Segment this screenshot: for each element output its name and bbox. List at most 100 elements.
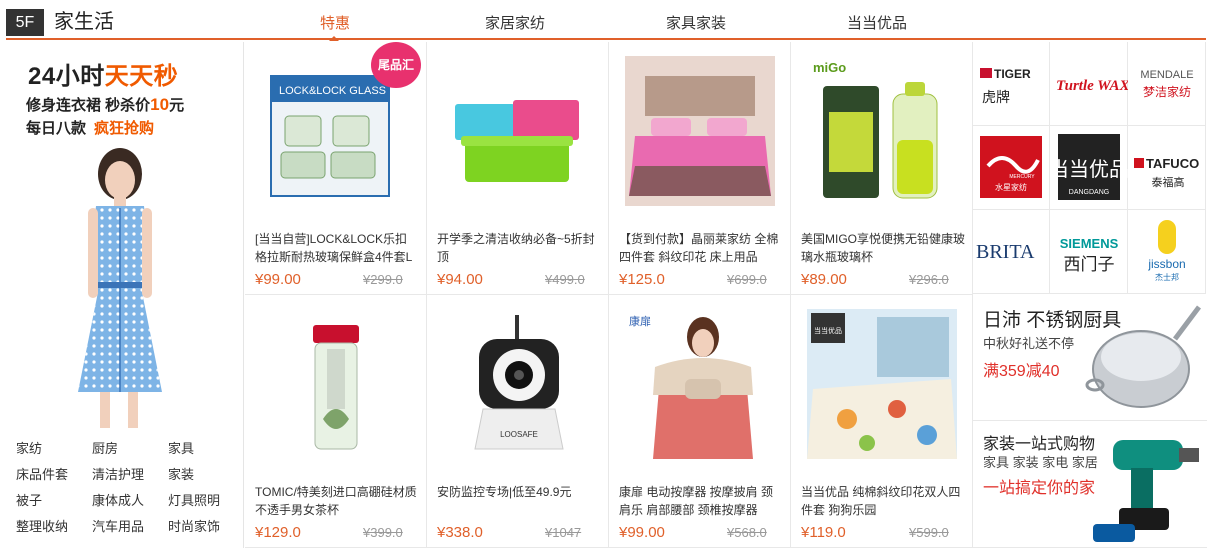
- brand-jissbon[interactable]: jissbon 杰士邦: [1128, 210, 1206, 294]
- category-link[interactable]: 被子: [16, 490, 42, 509]
- brand-brita[interactable]: BRITA: [972, 210, 1050, 294]
- massager-image: 康扉: [629, 314, 753, 459]
- product-price: ¥129.0: [255, 524, 301, 541]
- security-camera-image: LOOSAFE: [474, 315, 564, 450]
- brand-sub: 西门子: [1064, 255, 1115, 275]
- product-brand-logo: 康扉: [629, 314, 651, 328]
- product-old-price: ¥499.0: [545, 272, 585, 287]
- promo-grab-text: 疯狂抢购: [94, 120, 155, 137]
- product-old-price: ¥699.0: [727, 272, 767, 287]
- tab-dangdang-picks[interactable]: 当当优品: [847, 12, 907, 33]
- product-name[interactable]: [当当自营]LOCK&LOCK乐扣 格拉斯耐热玻璃保鲜盒4件套L: [255, 230, 419, 266]
- tail-sale-badge: 尾品汇: [371, 42, 421, 88]
- product-name[interactable]: 康扉 电动按摩器 按摩披肩 颈肩乐 肩部腰部 颈椎按摩器: [619, 483, 783, 519]
- svg-text:LOCK&LOCK GLASS: LOCK&LOCK GLASS: [279, 85, 386, 97]
- home-improvement-ad-banner[interactable]: 家装一站式购物 家具 家装 家电 家居 一站搞定你的家: [973, 422, 1207, 548]
- category-link[interactable]: 灯具照明: [168, 490, 220, 509]
- ad-subtitle: 家具 家装 家电 家居: [983, 455, 1098, 470]
- product-price: ¥338.0: [437, 524, 483, 541]
- product-name[interactable]: TOMIC/特美刻进口高硼硅材质 不透手男女茶杯: [255, 483, 419, 519]
- cookware-ad-banner[interactable]: 日沛 不锈钢厨具 中秋好礼送不停 满359减40: [973, 295, 1207, 421]
- product-card[interactable]: LOCK&LOCK GLASS 尾品汇 [当当自营]LOCK&LOCK乐扣 格拉…: [245, 42, 427, 295]
- product-card[interactable]: 开学季之清洁收纳必备~5折封顶 ¥94.00 ¥499.0: [427, 42, 609, 295]
- brand-sub: 虎牌: [982, 89, 1010, 106]
- category-link[interactable]: 家纺: [16, 438, 42, 457]
- category-link[interactable]: 整理收纳: [16, 516, 68, 535]
- product-price: ¥125.0: [619, 271, 665, 288]
- product-old-price: ¥299.0: [363, 272, 403, 287]
- brand-tafuco[interactable]: TAFUCO 泰福高: [1128, 126, 1206, 210]
- brand-name: TAFUCO: [1146, 156, 1199, 171]
- ad-highlight: 一站搞定你的家: [983, 480, 1096, 497]
- category-link[interactable]: 汽车用品: [92, 516, 144, 535]
- bedding-set-image: [625, 56, 775, 206]
- promo-title-b: 天天秒: [104, 63, 179, 90]
- brand-grid: TIGER 虎牌 Turtle WAX MENDALE 梦洁家纺 MERCURY…: [972, 42, 1206, 294]
- active-tab-caret-icon: [329, 36, 339, 41]
- brand-name: MERCURY: [1009, 174, 1035, 180]
- product-name[interactable]: 美国MIGO享悦便携无铅健康玻璃水瓶玻璃杯: [801, 230, 965, 266]
- brand-name: 当当优品: [1050, 157, 1128, 181]
- product-name[interactable]: 开学季之清洁收纳必备~5折封顶: [437, 230, 601, 266]
- product-card[interactable]: TOMIC/特美刻进口高硼硅材质 不透手男女茶杯 ¥129.0 ¥399.0: [245, 295, 427, 548]
- promo-line2-text: 每日八款: [26, 120, 87, 137]
- product-old-price: ¥568.0: [727, 525, 767, 540]
- brand-sub: 梦洁家纺: [1143, 84, 1191, 99]
- promo-price: 10: [150, 95, 170, 114]
- product-old-price: ¥296.0: [909, 272, 949, 287]
- category-link[interactable]: 床品件套: [16, 464, 68, 483]
- product-name[interactable]: 当当优品 纯棉斜纹印花双人四件套 狗狗乐园: [801, 483, 965, 519]
- storage-box-image: [455, 100, 579, 182]
- product-price: ¥99.00: [255, 271, 301, 288]
- category-link[interactable]: 家装: [168, 464, 194, 483]
- product-price: ¥99.00: [619, 524, 665, 541]
- tab-furniture[interactable]: 家具家装: [666, 12, 726, 33]
- category-link[interactable]: 时尚家饰: [168, 516, 220, 535]
- product-brand-logo: LOOSAFE: [500, 430, 538, 439]
- ad-highlight: 满359减40: [983, 363, 1060, 380]
- dress-model-image[interactable]: [58, 142, 178, 432]
- tab-home-textiles[interactable]: 家居家纺: [485, 12, 545, 33]
- floor-tabs: 特惠 家居家纺 家具家装 当当优品: [276, 6, 956, 41]
- water-bottle-image: miGo: [813, 60, 938, 199]
- category-link[interactable]: 清洁护理: [92, 464, 144, 483]
- product-card[interactable]: 当当优品 当当优品 纯棉斜纹印花双人四件套 狗狗乐园 ¥119.0 ¥599.0: [791, 295, 973, 548]
- promo-title: 24小时天天秒: [28, 56, 178, 91]
- brand-sub: 水星家纺: [995, 182, 1027, 192]
- product-card[interactable]: 康扉 康扉 电动按摩器 按摩披肩 颈肩乐 肩部腰部 颈椎按摩器 ¥99.00 ¥…: [609, 295, 791, 548]
- product-brand-logo: miGo: [813, 60, 846, 75]
- tab-special-offers[interactable]: 特惠: [320, 12, 350, 33]
- brand-sub: 杰士邦: [1155, 272, 1179, 282]
- brand-sub: DANGDANG: [1069, 189, 1109, 196]
- product-card[interactable]: 【货到付款】晶丽莱家纺 全棉四件套 斜纹印花 床上用品 ¥125.0 ¥699.…: [609, 42, 791, 295]
- promo-price-line: 修身连衣裙 秒杀价10元: [26, 94, 184, 115]
- bedding-dog-image: 当当优品: [807, 309, 957, 459]
- brand-mercury[interactable]: MERCURY 水星家纺: [972, 126, 1050, 210]
- category-link[interactable]: 家具: [168, 438, 194, 457]
- product-price: ¥94.00: [437, 271, 483, 288]
- product-card[interactable]: miGo 美国MIGO享悦便携无铅健康玻璃水瓶玻璃杯 ¥89.00 ¥296.0: [791, 42, 973, 295]
- brand-turtle-wax[interactable]: Turtle WAX: [1050, 42, 1130, 126]
- category-link[interactable]: 厨房: [92, 438, 118, 457]
- product-card[interactable]: LOOSAFE 安防监控专场|低至49.9元 ¥338.0 ¥1047: [427, 295, 609, 548]
- product-old-price: ¥1047: [545, 525, 582, 540]
- ad-subtitle: 中秋好礼送不停: [983, 336, 1075, 351]
- product-name[interactable]: 【货到付款】晶丽莱家纺 全棉四件套 斜纹印花 床上用品: [619, 230, 783, 266]
- brand-mendale[interactable]: MENDALE 梦洁家纺: [1128, 42, 1206, 126]
- product-name[interactable]: 安防监控专场|低至49.9元: [437, 483, 601, 519]
- flash-sale-promo[interactable]: 24小时天天秒 修身连衣裙 秒杀价10元 每日八款 疯狂抢购 家纺 厨房 家具 床…: [6, 42, 244, 548]
- brand-dangdang-picks[interactable]: 当当优品 DANGDANG: [1049, 126, 1129, 210]
- promo-title-a: 24小时: [28, 63, 105, 90]
- floor-number-badge: 5F: [6, 9, 44, 36]
- brand-name: BRITA: [976, 241, 1035, 263]
- brand-tiger[interactable]: TIGER 虎牌: [972, 42, 1050, 126]
- product-old-price: ¥399.0: [363, 525, 403, 540]
- category-link[interactable]: 康体成人: [92, 490, 144, 509]
- floor-header: 5F 家生活 特惠 家居家纺 家具家装 当当优品: [6, 6, 1206, 41]
- product-price: ¥119.0: [801, 524, 846, 541]
- product-price: ¥89.00: [801, 271, 847, 288]
- brand-name: jissbon: [1147, 257, 1185, 271]
- brand-siemens[interactable]: SIEMENS 西门子: [1050, 210, 1128, 294]
- product-grid: LOCK&LOCK GLASS 尾品汇 [当当自营]LOCK&LOCK乐扣 格拉…: [245, 42, 973, 548]
- brand-name: Turtle WAX: [1056, 78, 1128, 94]
